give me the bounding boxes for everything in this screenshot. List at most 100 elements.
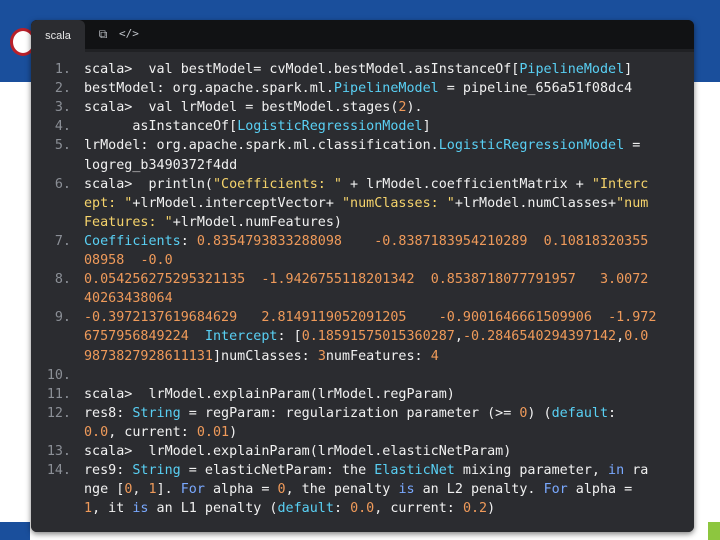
code-token: 0.0: [350, 501, 375, 517]
code-token: For: [543, 482, 568, 498]
code-token: :: [333, 501, 351, 517]
code-token: 1: [148, 482, 157, 498]
code-token: ,: [616, 329, 625, 345]
line-number: 10.: [46, 367, 71, 383]
code-token: :: [180, 233, 197, 249]
code-token: scala> val lrModel = bestModel.stages(: [84, 100, 399, 116]
code-token: , current:: [108, 424, 197, 440]
code-token: ): [229, 424, 238, 440]
code-token: asInstanceOf[: [84, 119, 238, 135]
code-icon[interactable]: </>: [119, 26, 139, 42]
tab-scala[interactable]: scala: [31, 20, 85, 52]
line-number: 12.: [46, 405, 71, 421]
code-line: nge [0, 1]. For alpha = 0, the penalty i…: [84, 480, 632, 499]
slide-header-edge: [696, 0, 720, 82]
code-token: 3.0072: [600, 272, 649, 288]
code-token: 40263438064: [84, 291, 173, 307]
code-token: , the penalty: [285, 482, 399, 498]
code-token: Intercept: [204, 329, 278, 345]
code-token: : [: [277, 329, 302, 345]
code-token: 1: [84, 501, 93, 517]
code-token: scala> lrModel.explainParam(lrModel.elas…: [84, 444, 512, 459]
code-line: asInstanceOf[LogisticRegressionModel]: [84, 117, 431, 136]
code-line: scala> val bestModel= cvModel.bestModel.…: [84, 60, 632, 79]
code-token: -0.0: [140, 253, 173, 268]
code-token: 0.10818320355: [543, 233, 649, 249]
code-token: "num: [616, 195, 649, 211]
code-token: 0.18591575015360287: [301, 329, 455, 345]
code-token: ,: [132, 482, 149, 498]
line-number: 2.: [54, 81, 71, 97]
code-line: res8: String = regParam: regularization …: [84, 404, 616, 423]
code-token: 0.8538718077791957: [430, 272, 576, 288]
code-token: 6757956849224: [84, 329, 189, 345]
code-token: scala> println(: [84, 176, 213, 192]
code-token: For: [180, 482, 205, 498]
code-token: ,: [454, 329, 463, 345]
code-token: = regParam: regularization parameter (>=: [180, 405, 520, 421]
code-token: logreg_b3490372f4dd: [84, 157, 238, 173]
line-number: 9.: [54, 310, 71, 326]
code-token: :: [608, 405, 617, 421]
line-number: 11.: [46, 386, 71, 402]
code-area: 1. scala> val bestModel= cvModel.bestMode…: [31, 52, 694, 532]
code-line: 9873827928611131]numClasses: 3numFeature…: [84, 347, 439, 366]
code-line: Features: "+lrModel.numFeatures): [84, 213, 342, 232]
code-token: in: [608, 463, 625, 479]
code-token: ): [487, 501, 496, 517]
code-token: ]numClasses:: [213, 348, 318, 364]
code-token: 0.8354793833288098: [196, 233, 342, 249]
code-token: an L1 penalty (: [148, 501, 278, 517]
code-token: 0.01: [196, 424, 230, 440]
code-token: default: [277, 501, 334, 517]
code-token: 0.054256275295321135: [84, 272, 246, 288]
code-line: -0.3972137619684629 2.8149119052091205 -…: [84, 308, 656, 327]
code-token: 0.2: [462, 501, 488, 517]
code-token: ]: [624, 62, 633, 77]
code-token: ) (: [527, 405, 552, 421]
code-token: scala> lrModel.explainParam(lrModel.regP…: [84, 386, 455, 402]
code-token: Coefficients: [84, 233, 181, 249]
code-token: Features: ": [84, 214, 173, 230]
code-token: ]: [422, 119, 431, 135]
code-token: 4: [430, 348, 439, 364]
code-token: +lrModel.numFeatures): [172, 214, 342, 230]
code-token: , it: [92, 501, 133, 517]
line-number: 3.: [54, 100, 71, 116]
code-token: LogisticRegressionModel: [438, 138, 625, 154]
copy-icon[interactable]: ⧉: [95, 26, 111, 42]
code-line: bestModel: org.apache.spark.ml.PipelineM…: [84, 79, 632, 98]
code-line: scala> println("Coefficients: " + lrMode…: [84, 175, 648, 194]
line-number: 1.: [54, 62, 71, 77]
code-line: 0.054256275295321135 -1.9426755118201342…: [84, 270, 648, 289]
code-token: + lrModel.coefficientMatrix +: [342, 176, 592, 192]
code-line: scala> lrModel.explainParam(lrModel.elas…: [84, 442, 511, 461]
code-token: nge [: [84, 482, 125, 498]
code-token: , current:: [374, 501, 463, 517]
code-line: scala> lrModel.explainParam(lrModel.regP…: [84, 385, 455, 404]
code-token: numFeatures:: [325, 348, 431, 364]
code-token: mixing parameter,: [454, 463, 609, 479]
code-token: ept: ": [84, 195, 133, 211]
code-token: -1.9426755118201342: [261, 272, 415, 288]
code-token: +lrModel.numClasses+: [454, 195, 617, 211]
code-token: is: [132, 501, 149, 517]
code-token: an L2 penalty.: [414, 482, 544, 498]
line-number: 4.: [54, 119, 71, 135]
line-number: 5.: [54, 138, 71, 154]
code-token: -0.8387183954210289: [374, 233, 528, 249]
code-token: 3: [317, 348, 326, 364]
code-line: lrModel: org.apache.spark.ml.classificat…: [84, 136, 640, 155]
code-token: 9873827928611131: [84, 348, 213, 364]
line-number: 14.: [46, 463, 71, 479]
code-token: PipelineModel: [519, 62, 625, 77]
code-token: String: [132, 463, 181, 479]
code-token: 2.8149119052091205: [261, 310, 407, 326]
